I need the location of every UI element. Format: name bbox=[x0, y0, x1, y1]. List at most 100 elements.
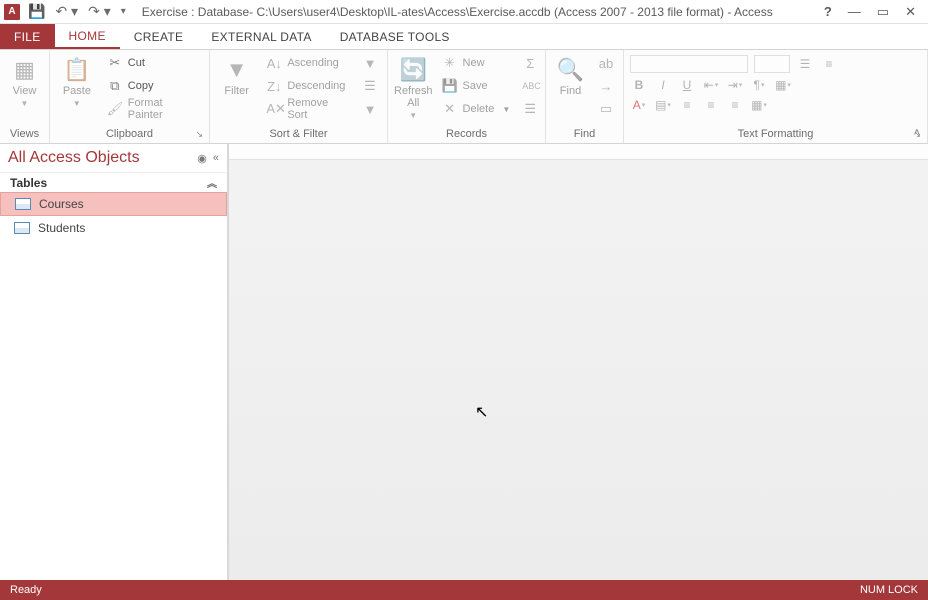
selection-filter-button[interactable]: ▼ bbox=[359, 53, 381, 73]
spelling-button[interactable]: ABC bbox=[519, 76, 541, 96]
copy-icon: ⧉ bbox=[107, 78, 123, 94]
gridlines-icon[interactable]: ▦ bbox=[774, 77, 792, 93]
toggle-filter-button[interactable]: ▼ bbox=[359, 99, 381, 119]
restore-icon[interactable]: ▭ bbox=[877, 4, 889, 20]
undo-icon[interactable]: ↶ ▾ bbox=[55, 3, 78, 20]
minimize-icon[interactable]: — bbox=[848, 4, 861, 20]
redo-icon[interactable]: ↷ ▾ bbox=[88, 3, 111, 20]
navpane-collapse-icon[interactable]: « bbox=[213, 152, 219, 165]
font-name-input[interactable] bbox=[630, 55, 748, 73]
tables-header[interactable]: Tables bbox=[10, 176, 47, 190]
table-item-label: Students bbox=[38, 221, 85, 235]
navpane-title: All Access Objects bbox=[8, 149, 140, 167]
group-textfmt-label: Text Formatting↘ bbox=[630, 126, 921, 143]
status-numlock: NUM LOCK bbox=[860, 584, 918, 596]
window-title: Exercise : Database- C:\Users\user4\Desk… bbox=[142, 5, 824, 19]
delete-button[interactable]: ✕Delete▼ bbox=[439, 99, 514, 119]
refresh-all-button[interactable]: 🔄 Refresh All ▼ bbox=[394, 53, 433, 120]
qat-customize-icon[interactable]: ▾ bbox=[121, 6, 126, 17]
table-item-courses[interactable]: Courses bbox=[0, 192, 227, 216]
more-records-button[interactable]: ☰ bbox=[519, 99, 541, 119]
filter-button[interactable]: ▼ Filter bbox=[216, 53, 257, 97]
spelling-icon: ABC bbox=[522, 81, 538, 91]
underline-icon[interactable]: U bbox=[678, 77, 696, 93]
ascending-icon: A↓ bbox=[266, 56, 282, 71]
refresh-icon: 🔄 bbox=[400, 57, 427, 83]
totals-icon: Σ bbox=[522, 56, 538, 71]
goto-button[interactable]: → bbox=[595, 76, 617, 96]
close-icon[interactable]: ✕ bbox=[905, 4, 916, 20]
new-button[interactable]: ✳ New bbox=[439, 53, 514, 73]
advanced-filter-button[interactable]: ☰ bbox=[359, 76, 381, 96]
find-button[interactable]: 🔍 Find bbox=[552, 53, 589, 97]
delete-label: Delete bbox=[463, 103, 495, 115]
selection-icon: ▼ bbox=[362, 56, 378, 71]
delete-icon: ✕ bbox=[442, 101, 458, 117]
align-right-icon[interactable]: ≡ bbox=[726, 97, 744, 113]
indent-increase-icon[interactable]: ⇥ bbox=[726, 77, 744, 93]
save-record-icon: 💾 bbox=[442, 78, 458, 94]
select-icon: ▭ bbox=[598, 101, 614, 117]
replace-button[interactable]: ab bbox=[595, 53, 617, 73]
descending-button[interactable]: Z↓Descending bbox=[263, 76, 353, 96]
save-record-button[interactable]: 💾 Save bbox=[439, 76, 514, 96]
text-direction-icon[interactable]: ¶ bbox=[750, 77, 768, 93]
indent-decrease-icon[interactable]: ⇤ bbox=[702, 77, 720, 93]
remove-sort-icon: A✕ bbox=[266, 101, 282, 117]
group-records-label: Records bbox=[394, 126, 539, 143]
ascending-label: Ascending bbox=[287, 57, 338, 69]
fill-color-icon[interactable]: ▤ bbox=[654, 97, 672, 113]
table-item-students[interactable]: Students bbox=[0, 216, 227, 240]
filter-icon: ▼ bbox=[226, 57, 248, 83]
bold-icon[interactable]: B bbox=[630, 77, 648, 93]
remove-sort-button[interactable]: A✕ Remove Sort bbox=[263, 99, 353, 119]
ascending-button[interactable]: A↓ Ascending bbox=[263, 53, 353, 73]
tab-external-data[interactable]: EXTERNAL DATA bbox=[197, 24, 325, 49]
toggle-filter-icon: ▼ bbox=[362, 102, 378, 117]
tab-home[interactable]: HOME bbox=[55, 24, 120, 49]
clipboard-dialog-launcher-icon[interactable]: ↘ bbox=[195, 129, 203, 140]
table-item-label: Courses bbox=[39, 197, 84, 211]
copy-button[interactable]: ⧉Copy bbox=[104, 76, 203, 96]
group-sortfilter-label: Sort & Filter bbox=[216, 126, 381, 143]
alternate-row-color-icon[interactable]: ▦ bbox=[750, 97, 768, 113]
paste-icon: 📋 bbox=[63, 57, 90, 83]
canvas-header-strip bbox=[229, 144, 928, 160]
format-painter-button[interactable]: 🖌 Format Painter bbox=[104, 99, 203, 119]
paste-label: Paste bbox=[63, 85, 91, 97]
font-color-icon[interactable]: A bbox=[630, 97, 648, 113]
numbering-icon[interactable]: ≡ bbox=[820, 56, 838, 72]
more-icon: ☰ bbox=[522, 101, 538, 117]
group-views-label: Views bbox=[6, 126, 43, 143]
remove-sort-label: Remove Sort bbox=[287, 97, 350, 121]
new-label: New bbox=[463, 57, 485, 69]
tab-file[interactable]: FILE bbox=[0, 24, 55, 49]
tab-create[interactable]: CREATE bbox=[120, 24, 198, 49]
navpane-menu-icon[interactable]: ◉ bbox=[197, 152, 207, 165]
format-painter-icon: 🖌 bbox=[107, 101, 123, 117]
save-icon[interactable]: 💾 bbox=[28, 3, 45, 20]
italic-icon[interactable]: I bbox=[654, 77, 672, 93]
format-painter-label: Format Painter bbox=[128, 97, 200, 121]
document-canvas: ↖ bbox=[228, 144, 928, 580]
tab-database-tools[interactable]: DATABASE TOOLS bbox=[326, 24, 464, 49]
totals-button[interactable]: Σ bbox=[519, 53, 541, 73]
find-icon: 🔍 bbox=[557, 57, 584, 83]
cut-button[interactable]: ✂Cut bbox=[104, 53, 203, 73]
view-icon: ▦ bbox=[14, 57, 35, 83]
cut-icon: ✂ bbox=[107, 55, 123, 71]
tables-collapse-icon[interactable]: ︽ bbox=[207, 175, 217, 190]
help-icon[interactable]: ? bbox=[824, 4, 832, 20]
select-button[interactable]: ▭ bbox=[595, 99, 617, 119]
save-record-label: Save bbox=[463, 80, 488, 92]
view-button[interactable]: ▦ View ▼ bbox=[6, 53, 43, 108]
collapse-ribbon-icon[interactable]: ˄ bbox=[914, 127, 920, 139]
status-left: Ready bbox=[10, 584, 42, 596]
font-size-input[interactable] bbox=[754, 55, 790, 73]
new-icon: ✳ bbox=[442, 55, 458, 71]
align-center-icon[interactable]: ≡ bbox=[702, 97, 720, 113]
descending-icon: Z↓ bbox=[266, 79, 282, 94]
bullets-icon[interactable]: ☰ bbox=[796, 56, 814, 72]
paste-button[interactable]: 📋 Paste ▼ bbox=[56, 53, 98, 108]
align-left-icon[interactable]: ≡ bbox=[678, 97, 696, 113]
